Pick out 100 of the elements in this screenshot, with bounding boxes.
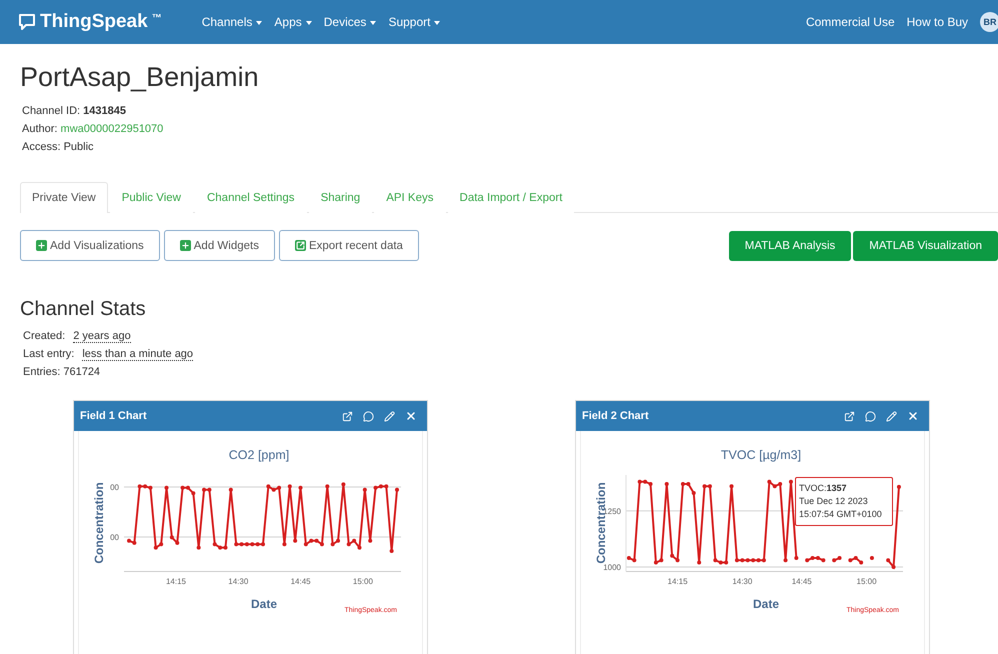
stat-value: less than a minute ago <box>82 348 194 361</box>
x-tick-label: 14:45 <box>792 577 812 586</box>
point <box>692 490 696 495</box>
chart-title: TVOC [µg/m3] <box>720 448 802 462</box>
point <box>730 484 734 488</box>
y-tick-label: 00 <box>110 533 119 542</box>
point <box>751 558 756 562</box>
point <box>794 556 798 560</box>
x-tick-label: 14:15 <box>166 577 186 586</box>
point <box>784 558 788 562</box>
point <box>708 484 712 488</box>
external-link-icon[interactable] <box>342 410 353 422</box>
point <box>670 554 674 558</box>
point <box>702 484 707 488</box>
point <box>686 482 690 486</box>
x-axis-label: Date <box>251 597 277 611</box>
x-tick-label: 14:15 <box>668 577 688 586</box>
point <box>654 560 658 565</box>
point <box>870 556 874 560</box>
point <box>659 558 664 562</box>
point <box>859 560 864 565</box>
point <box>805 558 810 562</box>
comment-icon[interactable] <box>363 410 374 422</box>
point <box>713 558 718 562</box>
point <box>756 558 761 562</box>
x-tick-label: 14:30 <box>228 577 248 586</box>
channel-title: PortAsap_Benjamin <box>20 62 260 93</box>
stat-label: Created: <box>23 330 66 343</box>
action-button[interactable]: Add Visualizations <box>20 230 160 261</box>
tooltip-value: TVOC:1357 <box>799 482 848 495</box>
point <box>632 558 636 562</box>
matlab-button[interactable]: MATLAB Analysis <box>728 230 852 260</box>
card-title: Field 2 Chart <box>582 410 649 422</box>
point <box>697 560 702 565</box>
point <box>676 558 680 562</box>
point <box>664 482 669 486</box>
point <box>848 558 852 562</box>
y-tick-label: 1000 <box>603 563 621 572</box>
point <box>788 480 793 484</box>
point <box>718 560 723 565</box>
nav-menu[interactable]: Apps <box>274 15 312 29</box>
caret-icon <box>306 20 312 25</box>
point <box>821 558 826 562</box>
entries-count: Entries: 761724 <box>23 366 100 378</box>
nav-menu[interactable]: Support <box>388 15 440 29</box>
channel-id: Channel ID: 1431845 <box>22 105 127 117</box>
x-axis-label: Date <box>753 597 779 611</box>
x-tick-label: 14:45 <box>290 577 311 586</box>
x-tick-label: 15:00 <box>856 577 877 586</box>
point <box>734 558 739 562</box>
tooltip-date: Tue Dec 12 2023 <box>799 495 869 508</box>
x-tick-label: 14:30 <box>732 577 752 586</box>
point <box>838 556 842 560</box>
y-tick-label: 00 <box>110 483 119 492</box>
author-line: Author: mwa0000022951070 <box>22 123 164 135</box>
point <box>772 484 777 488</box>
nav-menu[interactable]: Channels <box>202 15 262 29</box>
section-title: Channel Stats <box>20 298 147 321</box>
point <box>896 484 901 489</box>
plus-icon <box>36 240 47 251</box>
point <box>778 482 782 486</box>
point <box>832 558 836 562</box>
nav-link[interactable]: How to Buy <box>906 15 968 29</box>
plus-icon <box>180 240 191 251</box>
point <box>854 556 858 560</box>
close-icon[interactable] <box>405 410 417 422</box>
card-title: Field 1 Chart <box>80 410 147 422</box>
y-axis-label: Concentration <box>92 482 106 564</box>
caret-icon <box>370 20 376 25</box>
pencil-icon[interactable] <box>886 410 897 422</box>
nav-menu[interactable]: Devices <box>324 15 376 29</box>
point <box>892 565 896 570</box>
point <box>810 556 815 560</box>
point <box>648 482 653 486</box>
user-avatar[interactable]: BR <box>980 12 998 32</box>
stat-label: Last entry: <box>23 348 74 361</box>
point <box>638 480 642 484</box>
action-button[interactable]: Add Widgets <box>164 230 275 261</box>
point <box>680 482 685 486</box>
point <box>746 558 750 562</box>
point <box>740 558 744 562</box>
caret-icon <box>256 20 262 25</box>
brand-logo[interactable]: ThingSpeak ™ <box>18 11 162 33</box>
caret-icon <box>434 20 440 25</box>
action-button[interactable]: Export recent data <box>278 230 419 261</box>
point <box>767 480 772 484</box>
point <box>626 556 631 560</box>
comment-icon[interactable] <box>865 410 876 422</box>
tab[interactable]: Private View <box>20 182 108 213</box>
speech-bubble-icon <box>18 13 36 31</box>
matlab-button[interactable]: MATLAB Visualization <box>853 230 998 260</box>
point <box>762 558 766 562</box>
access-line: Access: Public <box>22 141 95 153</box>
point <box>886 558 890 562</box>
nav-link[interactable]: Commercial Use <box>806 15 895 29</box>
point <box>724 560 728 565</box>
close-icon[interactable] <box>907 410 919 422</box>
external-link-icon[interactable] <box>844 410 855 422</box>
pencil-icon[interactable] <box>384 410 395 422</box>
x-tick-label: 15:00 <box>352 577 373 586</box>
